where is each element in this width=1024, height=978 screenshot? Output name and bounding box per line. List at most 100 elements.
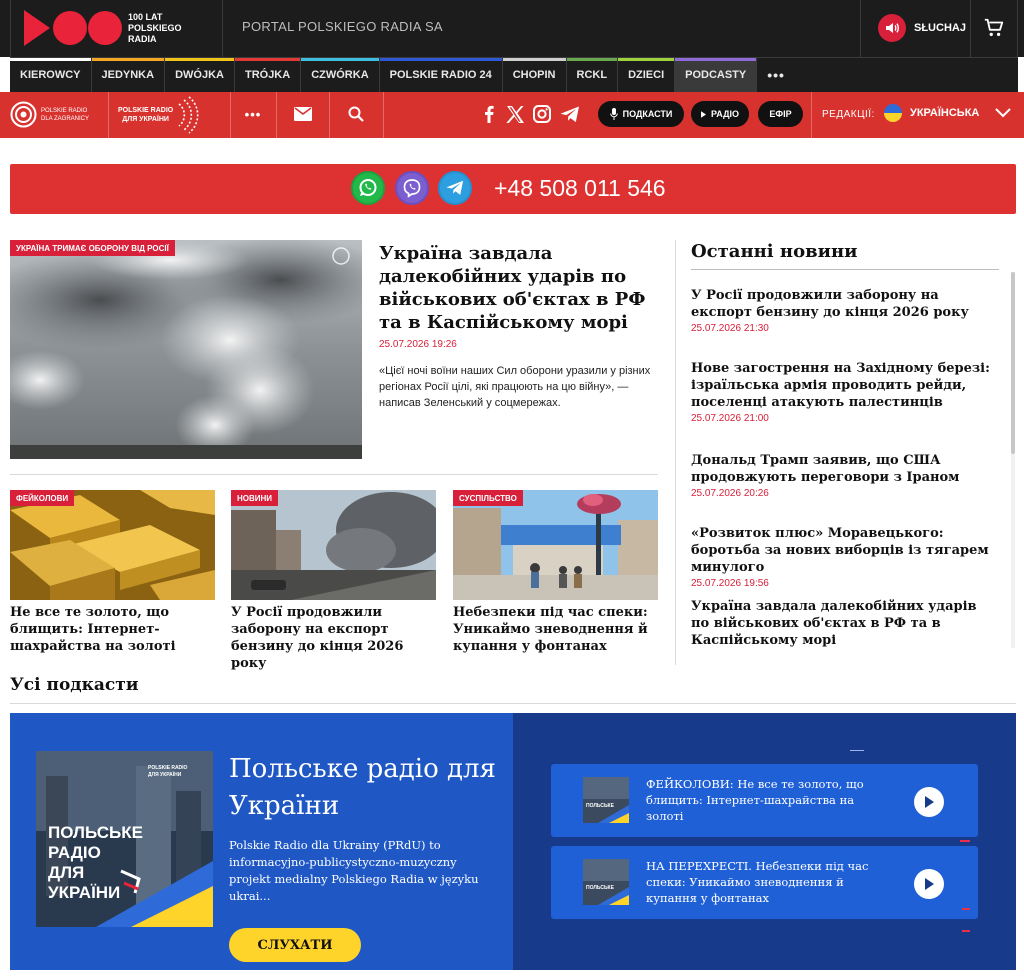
telegram-icon[interactable] <box>559 104 581 124</box>
station-tab[interactable]: RCKL <box>566 58 619 92</box>
chevron-down-icon[interactable] <box>995 106 1011 120</box>
divider <box>230 92 231 138</box>
divider <box>108 92 109 138</box>
card-tag[interactable]: НОВИНИ <box>231 490 279 506</box>
main-story-tag[interactable]: УКРАЇНА ТРИМАЄ ОБОРОНУ ВІД РОСІЇ <box>10 240 175 256</box>
pr-ukraine-logo[interactable]: POLSKIE RADIO ДЛЯ УКРАЇНИ <box>118 96 201 134</box>
telegram-icon[interactable] <box>438 171 472 205</box>
station-tab[interactable]: KIEROWCY <box>10 58 92 92</box>
facebook-icon[interactable] <box>480 104 498 124</box>
news-title: Дональд Трамп заявив, що США продовжують… <box>691 453 960 485</box>
station-tab[interactable]: DWÓJKA <box>165 58 235 92</box>
podcast-cover-logo: POLSKIE RADIO ДЛЯ УКРАЇНИ <box>148 765 188 778</box>
card-tag[interactable]: СУСПІЛЬСТВО <box>453 490 523 506</box>
station-tab[interactable]: CZWÓRKA <box>301 58 380 92</box>
station-label: POLSKIE RADIO 24 <box>389 69 492 81</box>
podcast-episodes-panel <box>513 713 1016 970</box>
card-title[interactable]: У Росії продовжили заборону на експорт б… <box>231 604 441 672</box>
speaker-icon <box>878 14 906 42</box>
listen-podcast-button[interactable]: СЛУХАТИ <box>229 928 361 962</box>
podcast-cover-image[interactable]: ПОЛЬСЬКЕ РАДІО ДЛЯ УКРАЇНИ POLSKIE RADIO… <box>36 751 213 927</box>
station-color-bar <box>618 58 675 61</box>
live-air-pill-button[interactable]: ЕФІР <box>758 101 803 127</box>
decorative-dash <box>962 930 970 932</box>
station-color-bar <box>379 58 502 61</box>
station-label: KIEROWCY <box>20 69 81 81</box>
station-color-bar <box>301 58 379 61</box>
news-item[interactable]: Дональд Трамп заявив, що США продовжують… <box>691 452 996 499</box>
station-label: CZWÓRKA <box>311 69 369 81</box>
logo-text: 100 LAT POLSKIEGO RADIA <box>128 12 182 44</box>
station-label: TRÓJKA <box>244 69 291 81</box>
card-title[interactable]: Не все те золото, що блищить: Інтернет-ш… <box>10 604 220 655</box>
smoke-clouds-photo <box>10 240 362 459</box>
episode-thumbnail: ПОЛЬСЬКЕ <box>583 777 629 823</box>
live-air-pill-label: ЕФІР <box>769 109 792 119</box>
station-label: PODCASTY <box>685 69 747 81</box>
more-menu-button[interactable]: ••• <box>238 104 268 124</box>
news-item[interactable]: Нове загострення на Західному березі: із… <box>691 360 996 424</box>
main-story-title[interactable]: Україна завдала далекобійних ударів по в… <box>379 242 664 334</box>
play-icon[interactable] <box>914 869 944 899</box>
news-date: 25.07.2026 21:30 <box>691 323 769 334</box>
main-story-lead: «Цієї ночі воїни наших Сил оборони урази… <box>379 365 651 409</box>
card-title[interactable]: Небезпеки під час спеки: Уникаймо зневод… <box>453 604 663 655</box>
stations-more-button[interactable]: ••• <box>757 58 795 92</box>
portal-title[interactable]: PORTAL POLSKIEGO RADIA SA <box>242 19 443 34</box>
station-tab[interactable]: JEDYNKA <box>91 58 166 92</box>
x-icon[interactable] <box>505 104 525 124</box>
instagram-icon[interactable] <box>532 104 552 124</box>
news-item[interactable]: «Розвиток плюс» Моравецького: боротьба з… <box>691 525 996 589</box>
card-image-gold[interactable] <box>10 490 215 600</box>
cart-icon[interactable] <box>983 17 1005 39</box>
station-tab[interactable]: DZIECI <box>618 58 676 92</box>
divider <box>970 0 971 57</box>
whatsapp-icon[interactable] <box>351 171 385 205</box>
card-tag[interactable]: ФЕЙКОЛОВИ <box>10 490 75 506</box>
decorative-dash <box>962 908 970 910</box>
station-tab[interactable]: POLSKIE RADIO 24 <box>379 58 503 92</box>
search-icon[interactable] <box>346 104 366 124</box>
street-fountain-photo <box>453 490 658 600</box>
polskie-radio-100-logo[interactable] <box>24 10 124 46</box>
news-item[interactable]: Україна завдала далекобійних ударів по в… <box>691 598 996 649</box>
news-title: Україна завдала далекобійних ударів по в… <box>691 599 977 648</box>
language-label: УКРАЇНСЬКА <box>910 107 980 119</box>
radio-waves-icon <box>10 101 37 128</box>
contact-phone-number[interactable]: +48 508 011 546 <box>494 175 666 202</box>
language-select[interactable]: УКРАЇНСЬКА <box>884 104 979 122</box>
main-story-date: 25.07.2026 19:26 <box>379 339 457 350</box>
podcast-episode-item[interactable]: ПОЛЬСЬКЕ НА ПЕРЕХРЕСТІ. Небезпеки під ча… <box>551 846 978 919</box>
mail-icon[interactable] <box>292 105 314 123</box>
pru-logo-text: POLSKIE RADIO ДЛЯ УКРАЇНИ <box>118 107 174 123</box>
station-tab[interactable]: CHOPIN <box>502 58 567 92</box>
stations-nav: KIEROWCY JEDYNKA DWÓJKA TRÓJKA CZWÓRKA POLSKI… <box>10 57 1018 92</box>
viber-icon[interactable] <box>395 171 429 205</box>
station-color-bar <box>91 58 165 61</box>
divider <box>860 0 861 57</box>
station-label: CHOPIN <box>512 69 556 81</box>
podcasts-heading[interactable]: Усі подкасти <box>10 675 138 695</box>
microphone-icon <box>609 108 618 120</box>
podcasts-pill-button[interactable]: ПОДКАСТИ <box>598 101 684 127</box>
ukraine-flag-icon <box>884 104 902 122</box>
main-story-image[interactable] <box>10 240 362 459</box>
divider <box>675 240 676 665</box>
news-item[interactable]: У Росії продовжили заборону на експорт б… <box>691 287 996 334</box>
news-scrollbar-thumb[interactable] <box>1011 272 1015 454</box>
radio-waves-icon <box>178 96 199 134</box>
podcast-cover-text: ПОЛЬСЬКЕ РАДІО ДЛЯ УКРАЇНИ <box>48 823 143 902</box>
station-tab[interactable]: PODCASTY <box>675 58 758 92</box>
play-icon <box>701 110 707 118</box>
radio-pill-button[interactable]: РАДІО <box>691 101 749 127</box>
station-tab[interactable]: TRÓJKA <box>234 58 302 92</box>
pr-zagranica-logo[interactable]: POLSKIE RADIO DLA ZAGRANICY <box>10 101 89 128</box>
news-title: «Розвиток плюс» Моравецького: боротьба з… <box>691 526 989 575</box>
listen-button[interactable]: SŁUCHAJ <box>878 13 966 43</box>
podcast-title[interactable]: Польське радіо для України <box>229 751 499 825</box>
card-image-smoke[interactable] <box>231 490 436 600</box>
podcast-episode-item[interactable]: ПОЛЬСЬКЕ ФЕЙКОЛОВИ: Не все те золото, що… <box>551 764 978 837</box>
play-icon[interactable] <box>914 787 944 817</box>
card-image-fountain[interactable] <box>453 490 658 600</box>
svg-text:ПОЛЬСЬКЕ: ПОЛЬСЬКЕ <box>586 803 615 809</box>
